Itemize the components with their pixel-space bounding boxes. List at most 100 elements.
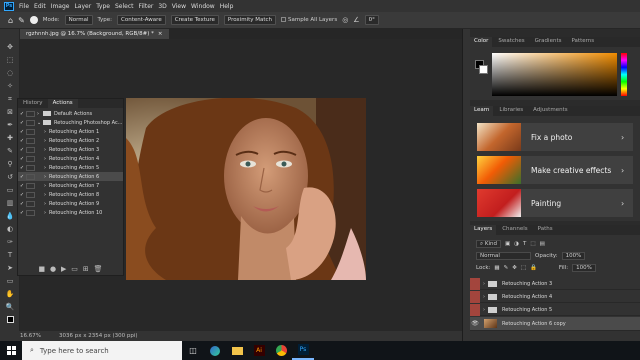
clone-stamp-tool-icon[interactable]: ⚲ — [5, 160, 15, 168]
action-set-retouching[interactable]: ✓ ⌄ Retouching Photoshop Ac... — [18, 118, 123, 127]
expand-arrow-icon[interactable]: › — [37, 129, 49, 135]
learn-card-creative-effects[interactable]: Make creative effects › — [477, 156, 633, 184]
action-item[interactable]: ✓ › Retouching Action 4 — [18, 154, 123, 163]
record-icon[interactable]: ● — [50, 265, 56, 273]
menu-type[interactable]: Type — [96, 3, 110, 10]
dialog-toggle-box[interactable] — [26, 191, 35, 198]
zoom-tool-icon[interactable]: 🔍 — [5, 303, 15, 311]
expand-arrow-icon[interactable]: › — [480, 281, 488, 287]
tab-gradients[interactable]: Gradients — [531, 37, 566, 47]
hue-slider[interactable] — [621, 53, 627, 96]
filter-adjustment-icon[interactable]: ◑ — [514, 241, 519, 247]
expand-arrow-icon[interactable]: › — [37, 147, 49, 153]
spot-healing-brush-icon[interactable]: ✎ — [18, 16, 25, 25]
action-item-selected[interactable]: ✓ › Retouching Action 6 — [18, 172, 123, 182]
healing-brush-tool-icon[interactable]: ✚ — [5, 134, 15, 142]
shape-tool-icon[interactable]: ▭ — [5, 277, 15, 285]
file-explorer-icon[interactable] — [226, 341, 248, 360]
menu-edit[interactable]: Edit — [34, 3, 46, 10]
lock-position-icon[interactable]: ✥ — [512, 265, 517, 271]
dialog-toggle-box[interactable] — [26, 182, 35, 189]
expand-arrow-icon[interactable]: › — [480, 294, 488, 300]
action-item[interactable]: ✓ › Retouching Action 7 — [18, 181, 123, 190]
dialog-toggle-box[interactable] — [26, 119, 35, 126]
close-tab-icon[interactable]: × — [158, 31, 163, 37]
menu-select[interactable]: Select — [115, 3, 134, 10]
type-tool-icon[interactable]: T — [5, 251, 15, 259]
move-tool-icon[interactable]: ✥ — [5, 43, 15, 51]
layer-row-selected[interactable]: 👁 Retouching Action 6 copy — [470, 317, 640, 331]
toggle-check-icon[interactable]: ✓ — [18, 210, 26, 216]
filter-shape-icon[interactable]: ⬚ — [530, 241, 535, 247]
dodge-tool-icon[interactable]: ◐ — [5, 225, 15, 233]
lock-image-icon[interactable]: ✎ — [504, 265, 509, 271]
menu-layer[interactable]: Layer — [74, 3, 91, 10]
expand-arrow-icon[interactable]: › — [480, 307, 488, 313]
pressure-icon[interactable]: ◎ — [342, 16, 348, 24]
menu-file[interactable]: File — [19, 3, 29, 10]
blend-mode-select[interactable]: Normal — [476, 252, 531, 260]
sample-all-layers-checkbox[interactable]: Sample All Layers — [281, 17, 337, 23]
toggle-check-icon[interactable]: ✓ — [18, 111, 26, 117]
toggle-check-icon[interactable]: ✓ — [18, 192, 26, 198]
tab-channels[interactable]: Channels — [498, 225, 531, 235]
expand-arrow-icon[interactable]: › — [37, 138, 49, 144]
dialog-toggle-box[interactable] — [26, 146, 35, 153]
menu-3d[interactable]: 3D — [158, 3, 166, 10]
toggle-check-icon[interactable]: ✓ — [18, 156, 26, 162]
tab-adjustments[interactable]: Adjustments — [529, 106, 571, 116]
color-picker-field[interactable] — [492, 53, 617, 96]
tab-learn[interactable]: Learn — [470, 106, 494, 116]
action-item[interactable]: ✓ › Retouching Action 1 — [18, 127, 123, 136]
document-info[interactable]: 3036 px x 2354 px (300 ppi) — [59, 333, 138, 339]
expand-arrow-icon[interactable]: › — [37, 183, 49, 189]
tab-libraries[interactable]: Libraries — [495, 106, 527, 116]
taskbar-search-box[interactable]: ⌕ Type here to search — [22, 341, 182, 360]
expand-arrow-icon[interactable]: › — [37, 210, 49, 216]
fill-field[interactable]: 100% — [572, 264, 596, 272]
learn-card-painting[interactable]: Painting › — [477, 189, 633, 217]
menu-view[interactable]: View — [172, 3, 186, 10]
new-set-icon[interactable]: ▭ — [71, 265, 78, 273]
action-set-default[interactable]: ✓ › Default Actions — [18, 109, 123, 118]
blur-tool-icon[interactable]: 💧 — [5, 212, 15, 220]
filter-smart-object-icon[interactable]: ▤ — [540, 241, 545, 247]
tab-color[interactable]: Color — [470, 37, 493, 47]
dialog-toggle-box[interactable] — [26, 164, 35, 171]
lock-transparent-icon[interactable]: ▦ — [494, 265, 499, 271]
chrome-icon[interactable] — [270, 341, 292, 360]
visibility-toggle[interactable] — [470, 303, 480, 316]
hand-tool-icon[interactable]: ✋ — [5, 290, 15, 298]
visibility-toggle[interactable] — [470, 290, 480, 303]
expand-arrow-icon[interactable]: › — [37, 156, 49, 162]
windows-start-button[interactable] — [0, 341, 22, 360]
frame-tool-icon[interactable]: ⊠ — [5, 108, 15, 116]
dialog-toggle-box[interactable] — [26, 137, 35, 144]
content-aware-button[interactable]: Content-Aware — [117, 15, 166, 25]
tab-history[interactable]: History — [18, 99, 48, 108]
history-brush-tool-icon[interactable]: ↺ — [5, 173, 15, 181]
expand-arrow-icon[interactable]: › — [37, 165, 49, 171]
visibility-toggle[interactable] — [470, 277, 480, 290]
marquee-tool-icon[interactable]: ⬚ — [5, 56, 15, 64]
gradient-tool-icon[interactable]: ▥ — [5, 199, 15, 207]
action-item[interactable]: ✓ › Retouching Action 9 — [18, 199, 123, 208]
expand-arrow-icon[interactable]: › — [37, 201, 49, 207]
menu-help[interactable]: Help — [220, 3, 234, 10]
toggle-check-icon[interactable]: ✓ — [18, 201, 26, 207]
photoshop-icon[interactable]: Ps — [292, 341, 314, 360]
filter-type-icon[interactable]: T — [523, 241, 526, 247]
tab-actions[interactable]: Actions — [47, 99, 78, 108]
action-item[interactable]: ✓ › Retouching Action 5 — [18, 163, 123, 172]
lock-artboard-icon[interactable]: ⬚ — [521, 265, 526, 271]
home-icon[interactable]: ⌂ — [8, 16, 13, 25]
menu-filter[interactable]: Filter — [139, 3, 154, 10]
layer-group-row[interactable]: › Retouching Action 5 — [470, 303, 640, 316]
tab-swatches[interactable]: Swatches — [494, 37, 528, 47]
tab-paths[interactable]: Paths — [534, 225, 557, 235]
expand-arrow-icon[interactable]: › — [37, 192, 49, 198]
play-icon[interactable]: ▶ — [61, 265, 66, 273]
layer-filter-select[interactable]: ⌕ Kind — [476, 240, 501, 248]
toggle-check-icon[interactable]: ✓ — [18, 165, 26, 171]
learn-card-fix-photo[interactable]: Fix a photo › — [477, 123, 633, 151]
